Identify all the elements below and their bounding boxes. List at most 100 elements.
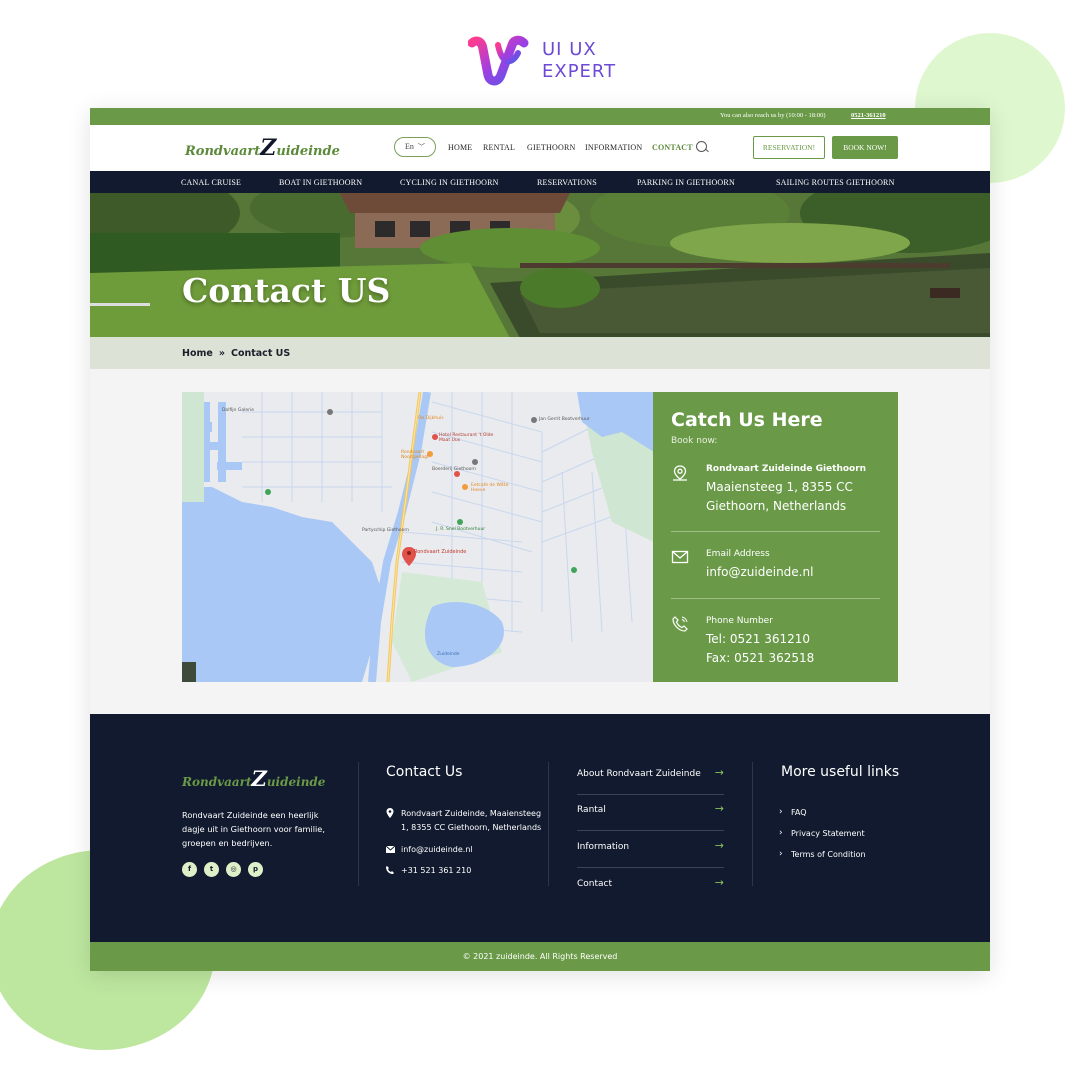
logo-letter-z: Z xyxy=(260,135,277,161)
map-label: Zuideinde xyxy=(437,652,460,657)
footer-contact-heading: Contact Us xyxy=(386,764,463,780)
breadcrumb-bar: Home » Contact US xyxy=(90,337,990,369)
topbar-text: You can also reach us by (10:00 - 18:00) xyxy=(720,112,826,119)
brand-text-line2: EXPERT xyxy=(542,61,617,82)
footer-link-label: Rantal xyxy=(577,805,606,815)
map-label: Eetcafe de Witte Hoeve xyxy=(471,483,509,493)
divider xyxy=(671,598,880,599)
nav-home[interactable]: HOME xyxy=(448,143,472,152)
address-label: Rondvaart Zuideinde Giethoorn xyxy=(706,464,867,474)
map-label: J. R. Snel Bootverhuur xyxy=(436,527,486,532)
subnav-sailing-routes[interactable]: SAILING ROUTES GIETHOORN xyxy=(776,178,895,187)
copyright-bar: © 2021 zuideinde. All Rights Reserved xyxy=(90,942,990,971)
map-label: Rondvaart Nooitgedagt xyxy=(401,450,429,460)
breadcrumb-current: Contact US xyxy=(230,348,291,359)
map-label: Partyschip Giethoorn xyxy=(362,528,410,533)
uiux-expert-brand: UI UX EXPERT xyxy=(468,35,618,87)
site-footer: RondvaartZuideinde Rondvaart Zuideinde e… xyxy=(90,714,990,942)
footer-link-information[interactable]: Information → xyxy=(577,831,724,868)
contact-panel-title: Catch Us Here xyxy=(671,409,823,431)
breadcrumb-separator: » xyxy=(218,348,225,359)
main-header: RondvaartZuideinde En ﹀ HOME RENTAL GIET… xyxy=(90,125,990,171)
facebook-icon[interactable]: f xyxy=(182,862,197,877)
footer-divider xyxy=(752,762,753,886)
address-line-2: Giethoorn, Netherlands xyxy=(706,499,847,513)
footer-useful-label: Terms of Condition xyxy=(791,850,866,859)
arrow-right-icon: → xyxy=(714,802,724,815)
topbar-phone-link[interactable]: 0521-361210 xyxy=(851,112,886,119)
email-value[interactable]: info@zuideinde.nl xyxy=(706,563,813,582)
footer-logo-part2: uideinde xyxy=(266,775,326,789)
footer-useful-label: FAQ xyxy=(791,808,807,817)
chevron-right-icon: › xyxy=(779,807,783,817)
footer-email-text[interactable]: info@zuideinde.nl xyxy=(401,843,551,857)
mail-icon xyxy=(671,550,689,564)
footer-logo[interactable]: RondvaartZuideinde xyxy=(182,766,325,791)
footer-link-label: Information xyxy=(577,842,630,852)
footer-useful-heading: More useful links xyxy=(781,764,900,780)
chevron-right-icon: › xyxy=(779,849,783,859)
language-selector[interactable]: En ﹀ xyxy=(394,137,436,157)
phone-fax: Fax: 0521 362518 xyxy=(706,651,815,665)
footer-link-label: About Rondvaart Zuideinde xyxy=(577,769,701,779)
language-label: En xyxy=(405,142,414,151)
location-pin-icon xyxy=(673,465,687,481)
search-icon[interactable] xyxy=(696,141,707,152)
contact-panel-subtitle: Book now: xyxy=(671,436,718,446)
secondary-nav: CANAL CRUISE BOAT IN GIETHOORN CYCLING I… xyxy=(90,171,990,193)
phone-tel[interactable]: Tel: 0521 361210 xyxy=(706,630,810,649)
arrow-right-icon: → xyxy=(714,876,724,889)
footer-link-label: Contact xyxy=(577,879,613,889)
subnav-reservations[interactable]: RESERVATIONS xyxy=(537,178,597,187)
phone-icon xyxy=(672,616,688,632)
pinterest-icon[interactable]: p xyxy=(248,862,263,877)
nav-contact[interactable]: CONTACT xyxy=(652,143,693,152)
logo-text-part2: uideinde xyxy=(276,144,340,159)
footer-link-contact[interactable]: Contact → xyxy=(577,868,724,904)
map-label: Hotel Restaurant 't Olde Maat Uus xyxy=(439,433,494,443)
footer-link-about[interactable]: About Rondvaart Zuideinde → xyxy=(577,758,724,795)
address-line-1: Maaiensteeg 1, 8355 CC xyxy=(706,480,853,494)
email-label: Email Address xyxy=(706,549,770,559)
footer-logo-part1: Rondvaart xyxy=(182,775,252,789)
breadcrumb: Home » Contact US xyxy=(182,348,290,359)
nav-rental[interactable]: RENTAL xyxy=(483,143,515,152)
site-logo[interactable]: RondvaartZuideinde xyxy=(185,135,340,161)
map-label: Dolfijn Galerie xyxy=(222,408,254,413)
logo-text-part1: Rondvaart xyxy=(185,144,261,159)
chevron-down-icon: ﹀ xyxy=(417,143,425,151)
map-canvas[interactable] xyxy=(182,392,654,682)
twitter-icon[interactable]: t xyxy=(204,862,219,877)
map-label: Rondvaart Zuideinde xyxy=(414,549,467,555)
top-info-bar: You can also reach us by (10:00 - 18:00)… xyxy=(90,108,990,125)
nav-information[interactable]: INFORMATION xyxy=(585,143,642,152)
divider xyxy=(671,531,880,532)
subnav-cycling-in-giethoorn[interactable]: CYCLING IN GIETHOORN xyxy=(400,178,499,187)
footer-address-text: Rondvaart Zuideinde, Maaiensteeg 1, 8355… xyxy=(401,809,542,832)
chevron-right-icon: › xyxy=(779,828,783,838)
instagram-icon[interactable]: ◎ xyxy=(226,862,241,877)
hero-background-image xyxy=(90,193,990,338)
subnav-parking-in-giethoorn[interactable]: PARKING IN GIETHOORN xyxy=(637,178,735,187)
footer-description: Rondvaart Zuideinde een heerlijk dagje u… xyxy=(182,810,325,848)
subnav-boat-in-giethoorn[interactable]: BOAT IN GIETHOORN xyxy=(279,178,362,187)
nav-giethoorn[interactable]: GIETHOORN xyxy=(527,143,575,152)
footer-phone-text[interactable]: +31 521 361 210 xyxy=(401,864,551,878)
hero-banner: Contact US xyxy=(90,193,990,338)
footer-useful-label: Privacy Statement xyxy=(791,829,865,838)
location-pin-icon xyxy=(386,808,396,823)
arrow-right-icon: → xyxy=(714,839,724,852)
location-map[interactable]: Rondvaart Zuideinde Hotel Restaurant 't … xyxy=(182,392,654,682)
brand-logo-icon xyxy=(468,35,529,86)
footer-link-rantal[interactable]: Rantal → xyxy=(577,794,724,831)
breadcrumb-home[interactable]: Home xyxy=(182,348,213,359)
map-label: Boerderij Giethoorn xyxy=(432,467,477,472)
subnav-canal-cruise[interactable]: CANAL CRUISE xyxy=(181,178,241,187)
map-label: De Dijkhuis xyxy=(418,416,444,421)
map-label: Jan Gerrit Bootverhuur xyxy=(539,417,590,422)
phone-icon xyxy=(386,865,396,879)
page-title: Contact US xyxy=(182,271,391,310)
reservation-button[interactable]: RESERVATION! xyxy=(753,136,825,159)
arrow-right-icon: → xyxy=(714,766,724,779)
book-now-button[interactable]: BOOK NOW! xyxy=(832,136,898,159)
